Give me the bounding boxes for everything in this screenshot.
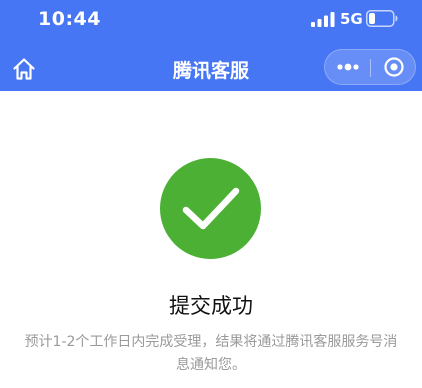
result-title: 提交成功: [169, 294, 253, 318]
battery-icon: [366, 10, 398, 27]
target-circle-icon: [384, 57, 404, 77]
close-button[interactable]: [375, 52, 413, 82]
checkmark-circle-icon: [160, 158, 261, 259]
result-description: 预计1-2个工作日内完成受理，结果将通过腾讯客服服务号消息通知您。: [24, 334, 398, 373]
navigation-bar: 腾讯客服: [0, 44, 422, 91]
home-button[interactable]: [8, 53, 40, 85]
signal-bars-icon: [311, 12, 335, 27]
mini-program-capsule: [324, 49, 416, 85]
network-type: 5G: [340, 10, 363, 28]
status-bar: 10:44 5G: [0, 0, 422, 40]
more-dots-icon: [337, 63, 359, 71]
status-time: 10:44: [38, 8, 101, 30]
capsule-divider: [370, 59, 371, 77]
home-icon: [13, 58, 35, 80]
more-button[interactable]: [329, 52, 367, 82]
app-header: 10:44 5G 腾讯客服: [0, 0, 422, 91]
